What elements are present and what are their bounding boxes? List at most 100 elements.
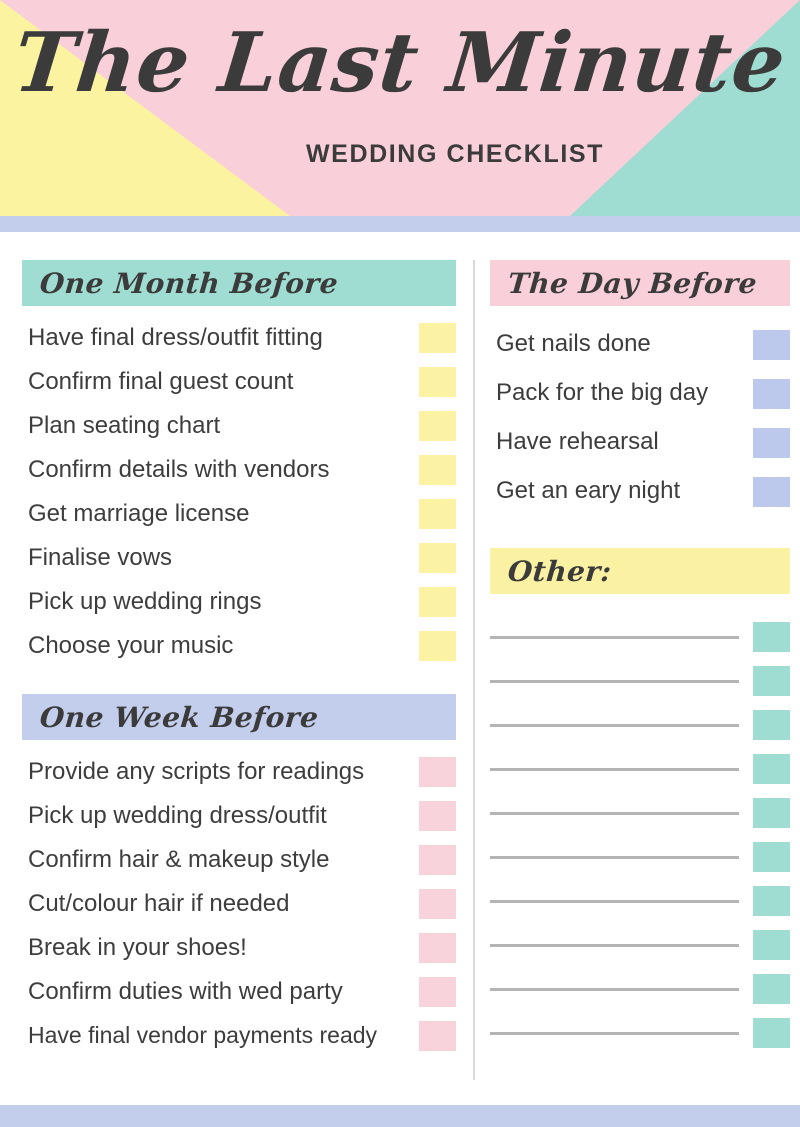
- checklist-item-label: Pick up wedding rings: [28, 587, 262, 615]
- checklist-row[interactable]: Plan seating chart: [22, 404, 456, 448]
- checklist-row[interactable]: Pick up wedding rings: [22, 580, 456, 624]
- checklist-item-label: Confirm final guest count: [28, 367, 294, 395]
- checklist-row[interactable]: Have rehearsal: [490, 418, 790, 467]
- checklist-row[interactable]: Confirm final guest count: [22, 360, 456, 404]
- checklist-item-label: Get an eary night: [496, 477, 681, 505]
- checklist-item-label: Finalise vows: [28, 543, 173, 571]
- write-in-line[interactable]: [490, 1032, 739, 1035]
- checkbox[interactable]: [753, 754, 790, 784]
- write-in-line[interactable]: [490, 944, 739, 947]
- section-one-week-before: One Week Before Provide any scripts for …: [22, 694, 456, 1058]
- write-in-line[interactable]: [490, 636, 739, 639]
- checkbox[interactable]: [753, 798, 790, 828]
- blank-line-row[interactable]: [490, 866, 790, 916]
- header-banner: The Last Minute WEDDING CHECKLIST: [0, 0, 800, 216]
- checkbox[interactable]: [419, 455, 456, 485]
- checklist-row[interactable]: Confirm duties with wed party: [22, 970, 456, 1014]
- blank-line-row[interactable]: [490, 690, 790, 740]
- checklist-row[interactable]: Confirm hair & makeup style: [22, 838, 456, 882]
- blank-line-row[interactable]: [490, 602, 790, 652]
- checklist-row[interactable]: Confirm details with vendors: [22, 448, 456, 492]
- write-in-line[interactable]: [490, 900, 739, 903]
- checklist-row[interactable]: Cut/colour hair if needed: [22, 882, 456, 926]
- checklist-item-label: Confirm details with vendors: [28, 455, 330, 483]
- blank-lines-other: [490, 602, 790, 1048]
- checklist-item-label: Get marriage license: [28, 499, 250, 527]
- section-header-one-month-before: One Month Before: [22, 260, 456, 306]
- section-other: Other:: [490, 548, 790, 1048]
- checklist-row[interactable]: Break in your shoes!: [22, 926, 456, 970]
- header-underbar-decoration: [0, 216, 800, 232]
- checkbox[interactable]: [419, 801, 456, 831]
- checklist-row[interactable]: Have final vendor payments ready: [22, 1014, 456, 1058]
- checklist-row[interactable]: Have final dress/outfit fitting: [22, 316, 456, 360]
- checklist-body: One Month Before Have final dress/outfit…: [0, 232, 800, 1105]
- blank-line-row[interactable]: [490, 954, 790, 1004]
- checkbox[interactable]: [419, 933, 456, 963]
- section-heading-label: One Month Before: [38, 266, 340, 300]
- checkbox[interactable]: [419, 543, 456, 573]
- checklist-item-label: Pack for the big day: [496, 379, 709, 407]
- checkbox[interactable]: [419, 889, 456, 919]
- checklist-item-label: Choose your music: [28, 631, 234, 659]
- write-in-line[interactable]: [490, 856, 739, 859]
- right-column: The Day Before Get nails done Pack for t…: [490, 260, 790, 1048]
- section-heading-label: The Day Before: [506, 266, 759, 300]
- checklist-row[interactable]: Finalise vows: [22, 536, 456, 580]
- checklist-row[interactable]: Pick up wedding dress/outfit: [22, 794, 456, 838]
- checkbox[interactable]: [419, 323, 456, 353]
- checklist-row[interactable]: Get marriage license: [22, 492, 456, 536]
- checklist-row[interactable]: Provide any scripts for readings: [22, 750, 456, 794]
- blank-line-row[interactable]: [490, 734, 790, 784]
- blank-line-row[interactable]: [490, 646, 790, 696]
- checkbox[interactable]: [753, 974, 790, 1004]
- write-in-line[interactable]: [490, 680, 739, 683]
- blank-line-row[interactable]: [490, 778, 790, 828]
- checkbox[interactable]: [419, 1021, 456, 1051]
- checkbox[interactable]: [419, 587, 456, 617]
- checkbox[interactable]: [753, 1018, 790, 1048]
- write-in-line[interactable]: [490, 768, 739, 771]
- section-header-other: Other:: [490, 548, 790, 594]
- checkbox[interactable]: [419, 411, 456, 441]
- checkbox[interactable]: [753, 666, 790, 696]
- checklist-row[interactable]: Get nails done: [490, 320, 790, 369]
- checkbox[interactable]: [419, 499, 456, 529]
- write-in-line[interactable]: [490, 812, 739, 815]
- checkbox[interactable]: [753, 710, 790, 740]
- write-in-line[interactable]: [490, 988, 739, 991]
- checkbox[interactable]: [419, 977, 456, 1007]
- checkbox[interactable]: [753, 476, 790, 507]
- checkbox[interactable]: [419, 367, 456, 397]
- section-heading-label: Other:: [506, 554, 614, 588]
- checkbox[interactable]: [753, 329, 790, 360]
- checklist-row[interactable]: Get an eary night: [490, 467, 790, 516]
- checklist-row[interactable]: Pack for the big day: [490, 369, 790, 418]
- section-heading-label: One Week Before: [38, 700, 320, 734]
- checkbox[interactable]: [753, 842, 790, 872]
- checkbox[interactable]: [753, 930, 790, 960]
- section-header-the-day-before: The Day Before: [490, 260, 790, 306]
- checkbox[interactable]: [753, 886, 790, 916]
- checklist-row[interactable]: Choose your music: [22, 624, 456, 668]
- checkbox[interactable]: [753, 622, 790, 652]
- checklist-item-label: Pick up wedding dress/outfit: [28, 801, 327, 829]
- checkbox[interactable]: [753, 427, 790, 458]
- checklist-one-week-before: Provide any scripts for readings Pick up…: [22, 750, 456, 1058]
- write-in-line[interactable]: [490, 724, 739, 727]
- checklist-item-label: Confirm duties with wed party: [28, 977, 343, 1005]
- blank-line-row[interactable]: [490, 822, 790, 872]
- checkbox[interactable]: [419, 631, 456, 661]
- checkbox[interactable]: [419, 845, 456, 875]
- section-header-one-week-before: One Week Before: [22, 694, 456, 740]
- blank-line-row[interactable]: [490, 998, 790, 1048]
- checklist-item-label: Confirm hair & makeup style: [28, 845, 330, 873]
- blank-line-row[interactable]: [490, 910, 790, 960]
- checkbox[interactable]: [753, 378, 790, 409]
- checklist-item-label: Break in your shoes!: [28, 933, 247, 961]
- checklist-item-label: Have final vendor payments ready: [28, 1022, 378, 1049]
- checkbox[interactable]: [419, 757, 456, 787]
- checklist-item-label: Provide any scripts for readings: [28, 757, 365, 785]
- checklist-item-label: Have final dress/outfit fitting: [28, 323, 323, 351]
- checklist-item-label: Cut/colour hair if needed: [28, 889, 290, 917]
